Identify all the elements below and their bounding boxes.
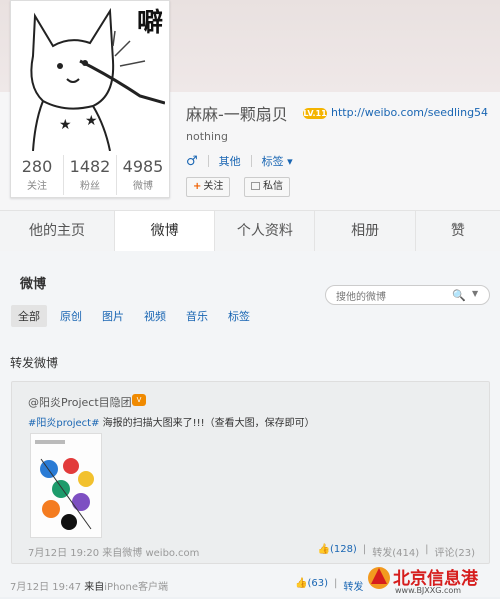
source-prefix: 来自 <box>84 582 105 593</box>
caret-down-icon: ▾ <box>287 155 293 168</box>
comment-count-link[interactable]: 评论(23) <box>434 544 475 559</box>
profile-url-link[interactable]: http://weibo.com/seedling54 <box>331 106 488 119</box>
svg-text:噼: 噼 <box>137 8 163 38</box>
repost-author-link[interactable]: @阳炎Project目隐团 <box>28 394 132 410</box>
verified-badge-icon: V <box>132 394 146 406</box>
male-icon: ♂ <box>186 153 198 169</box>
repost-card: @阳炎Project目隐团 V #阳炎project# 海报的扫描大图来了!!!… <box>11 381 490 564</box>
avatar-card: ★ ★ 噼 280 关注 1482 粉丝 4985 微博 <box>10 0 170 198</box>
like-button[interactable]: 👍(63) <box>295 578 328 593</box>
level-badge[interactable]: LV.11 <box>303 108 327 119</box>
filter-original[interactable]: 原创 <box>53 305 89 327</box>
post-time[interactable]: 7月12日 19:47 <box>10 582 81 593</box>
divider: | <box>333 578 338 589</box>
tags-label: 标签 <box>261 155 284 168</box>
poster-thumbnail[interactable] <box>30 433 102 538</box>
like-count: (63) <box>307 578 328 589</box>
tags-link[interactable]: 标签 ▾ <box>262 153 293 169</box>
tab-weibo[interactable]: 微博 <box>115 211 216 251</box>
repost-text: #阳炎project# 海报的扫描大图来了!!!（查看大图，保存即可） <box>28 414 315 429</box>
profile-tabs: 他的主页 微博 个人资料 相册 赞 <box>0 210 500 252</box>
search-icon[interactable]: 🔍 <box>452 289 466 302</box>
stat-posts[interactable]: 4985 微博 <box>117 155 169 195</box>
watermark-logo-icon <box>368 567 390 589</box>
svg-text:★: ★ <box>59 117 72 133</box>
filter-all[interactable]: 全部 <box>11 305 47 327</box>
post-source-link[interactable]: iPhone客户端 <box>104 582 168 593</box>
profile-name: 麻麻-一颗扇贝 <box>186 105 288 124</box>
profile-bio: nothing <box>186 130 228 143</box>
stat-posts-label: 微博 <box>133 181 153 192</box>
thumbs-up-icon: 👍 <box>295 578 308 589</box>
cat-avatar-image: ★ ★ 噼 <box>15 1 165 151</box>
divider: | <box>425 544 429 555</box>
divider: | <box>362 544 367 555</box>
message-button[interactable]: 私信 <box>244 177 290 197</box>
tab-profile-info[interactable]: 个人资料 <box>215 211 316 251</box>
follow-button[interactable]: + 关注 <box>186 177 231 197</box>
repost-count-link[interactable]: 转发(414) <box>372 544 419 559</box>
post-footer-meta: 7月12日 19:47 来自iPhone客户端 <box>10 578 168 593</box>
chevron-down-icon[interactable]: ▼ <box>472 289 478 298</box>
stat-following[interactable]: 280 关注 <box>11 155 64 195</box>
svg-text:★: ★ <box>85 113 98 129</box>
site-watermark: 北京信息港 www.BJXXG.com <box>365 562 498 596</box>
filter-music[interactable]: 音乐 <box>179 305 215 327</box>
message-label: 私信 <box>263 181 283 192</box>
thumbs-up-icon: 👍 <box>317 544 330 555</box>
stat-following-label: 关注 <box>27 181 47 192</box>
tab-likes[interactable]: 赞 <box>416 211 500 251</box>
divider <box>207 155 209 167</box>
filter-video[interactable]: 视频 <box>137 305 173 327</box>
repost-actions: 👍(128) | 转发(414) | 评论(23) <box>317 544 475 559</box>
filter-images[interactable]: 图片 <box>95 305 131 327</box>
profile-stats: 280 关注 1482 粉丝 4985 微博 <box>11 155 169 195</box>
repost-button[interactable]: 转发 <box>343 578 363 593</box>
stat-followers-count: 1482 <box>69 157 111 176</box>
repost-source-link[interactable]: 微博 weibo.com <box>122 548 199 559</box>
stat-followers[interactable]: 1482 粉丝 <box>64 155 117 195</box>
repost-label: 转发微博 <box>10 356 59 370</box>
repost-time[interactable]: 7月12日 19:20 <box>28 548 99 559</box>
filter-tags[interactable]: 标签 <box>221 305 257 327</box>
hashtag-link[interactable]: #阳炎project# <box>28 418 99 429</box>
follow-label: 关注 <box>203 181 224 192</box>
avatar[interactable]: ★ ★ 噼 <box>15 1 165 151</box>
stat-following-count: 280 <box>21 157 53 176</box>
plus-icon: + <box>193 181 202 192</box>
like-count: (128) <box>329 544 357 555</box>
tab-home[interactable]: 他的主页 <box>0 211 116 251</box>
poster-image <box>31 434 101 537</box>
stat-followers-label: 粉丝 <box>80 181 100 192</box>
repost-meta: 7月12日 19:20 来自微博 weibo.com <box>28 544 199 559</box>
search-input[interactable]: 搜他的微博 🔍 ▼ <box>325 285 490 305</box>
source-prefix: 来自 <box>102 548 123 559</box>
section-title: 微博 <box>20 277 47 292</box>
feed-filters: 全部 原创 图片 视频 音乐 标签 <box>11 305 257 327</box>
stat-posts-count: 4985 <box>122 157 164 176</box>
message-icon <box>251 182 260 190</box>
search-placeholder: 搜他的微博 <box>336 292 386 303</box>
post-actions: 👍(63) | 转发 <box>295 578 363 593</box>
watermark-url: www.BJXXG.com <box>395 586 462 595</box>
tab-album[interactable]: 相册 <box>315 211 416 251</box>
like-button[interactable]: 👍(128) <box>317 544 356 559</box>
profile-meta: ♂ 其他 标签 ▾ <box>186 153 293 169</box>
divider <box>250 155 252 167</box>
location-link[interactable]: 其他 <box>219 153 241 169</box>
repost-body: 海报的扫描大图来了!!!（查看大图，保存即可） <box>99 418 315 429</box>
